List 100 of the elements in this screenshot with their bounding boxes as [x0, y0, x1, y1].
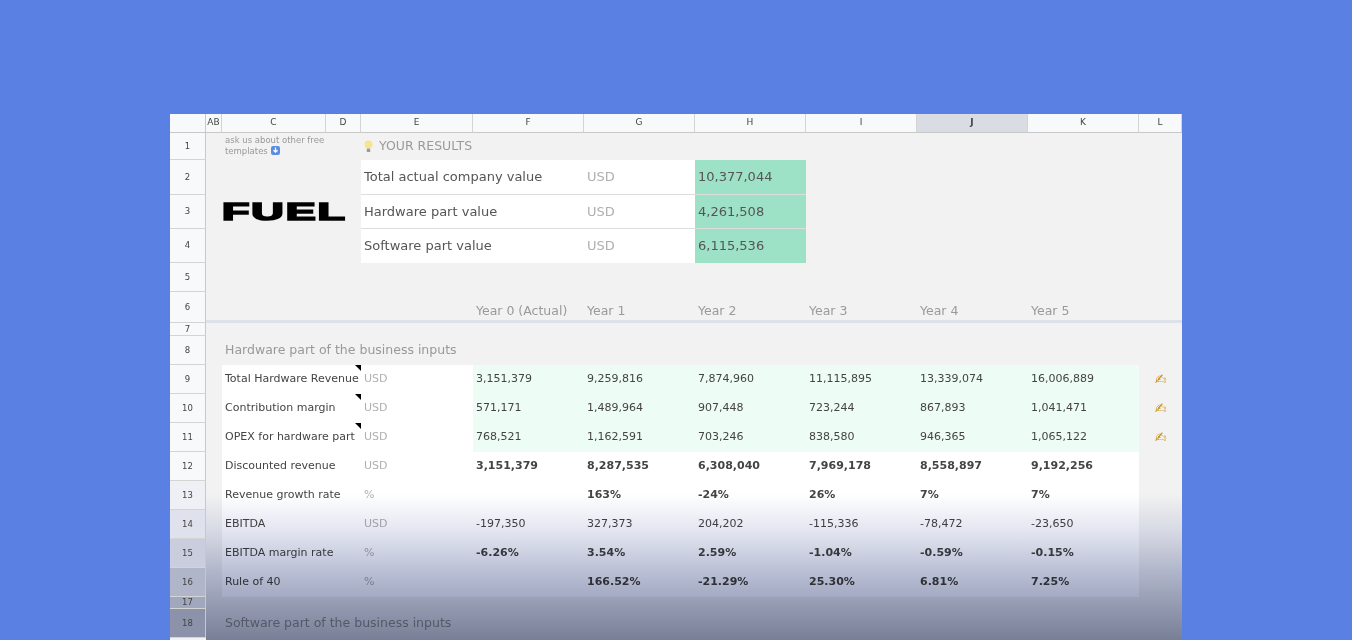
unit-label: USD: [584, 195, 695, 229]
unit-label: USD: [363, 371, 389, 388]
table-cell-text: -23,650: [1030, 516, 1075, 533]
input-cell-text: 7,874,960: [697, 371, 755, 388]
unit-label: USD: [363, 458, 389, 475]
column-header[interactable]: C: [222, 114, 326, 133]
table-cell-text: 6,308,040: [697, 458, 761, 475]
table-cell-text: 166.52%: [586, 574, 642, 591]
result-label: Software part value: [363, 237, 493, 256]
row-number[interactable]: 6: [170, 292, 206, 323]
comment-marker[interactable]: [355, 423, 361, 429]
unit-label: USD: [363, 429, 389, 446]
year-header: Year 2: [697, 302, 738, 321]
table-cell-text: 9,192,256: [1030, 458, 1094, 475]
row-label: OPEX for hardware part: [222, 423, 361, 452]
table-cell-text: 6.81%: [919, 574, 960, 591]
row-number[interactable]: 5: [170, 263, 206, 292]
comment-marker[interactable]: [355, 365, 361, 371]
table-cell-text: -115,336: [808, 516, 860, 533]
row-label: EBITDA: [224, 516, 267, 533]
column-header[interactable]: G: [584, 114, 695, 133]
table-cell-text: 204,202: [697, 516, 745, 533]
table-cell-text: -0.59%: [919, 545, 964, 562]
row-label: Revenue growth rate: [224, 487, 342, 504]
table-cell-text: 7%: [919, 487, 940, 504]
table-cell-text: -24%: [697, 487, 730, 504]
row-number[interactable]: 11: [170, 423, 206, 452]
column-header[interactable]: J: [917, 114, 1028, 133]
row-number[interactable]: 7: [170, 323, 206, 336]
row-number[interactable]: 9: [170, 365, 206, 394]
edit-icon: ✍: [1139, 394, 1182, 423]
logo: FUEL: [222, 200, 347, 224]
input-cell-text: 571,171: [475, 400, 523, 417]
result-value: 10,377,044: [695, 160, 806, 195]
row-number[interactable]: 12: [170, 452, 206, 481]
input-cell-text: 1,489,964: [586, 400, 644, 417]
row-number[interactable]: 16: [170, 568, 206, 597]
table-cell-text: 7,969,178: [808, 458, 872, 475]
unit-label: USD: [586, 237, 616, 256]
year-header: Year 1: [586, 302, 627, 321]
table-cell-text: 25.30%: [808, 574, 856, 591]
input-cell-text: 723,244: [808, 400, 856, 417]
input-cell-text: 13,339,074: [919, 371, 984, 388]
input-cell-text: 16,006,889: [1030, 371, 1095, 388]
row-label: Discounted revenue: [224, 458, 337, 475]
input-cell-text: 867,893: [919, 400, 967, 417]
column-header[interactable]: L: [1139, 114, 1182, 133]
note-text: ask us about other free templates: [224, 134, 326, 158]
comment-marker[interactable]: [355, 394, 361, 400]
input-cell-text: 1,041,471: [1030, 400, 1088, 417]
row-label: EBITDA margin rate: [224, 545, 335, 562]
table-cell-text: 7.25%: [1030, 574, 1071, 591]
table-cell-text: 8,558,897: [919, 458, 983, 475]
table-cell-text: -78,472: [919, 516, 964, 533]
row-number[interactable]: 1: [170, 133, 206, 160]
table-cell-text: 327,373: [586, 516, 634, 533]
year-header: Year 5: [1030, 302, 1071, 321]
input-cell-text: 703,246: [697, 429, 745, 446]
column-header[interactable]: AB: [206, 114, 222, 133]
corner-cell[interactable]: [170, 114, 206, 133]
row-number[interactable]: 13: [170, 481, 206, 510]
row-number[interactable]: 15: [170, 539, 206, 568]
table-cell-text: 8,287,535: [586, 458, 650, 475]
column-header[interactable]: H: [695, 114, 806, 133]
input-cell-text: 907,448: [697, 400, 745, 417]
row-number[interactable]: 10: [170, 394, 206, 423]
column-header[interactable]: F: [473, 114, 584, 133]
lightbulb-icon: [364, 140, 373, 153]
table-cell-text: -6.26%: [475, 545, 520, 562]
input-cell-text: 1,162,591: [586, 429, 644, 446]
row-number[interactable]: 8: [170, 336, 206, 365]
row-number[interactable]: 17: [170, 597, 206, 609]
table-cell-text: 2.59%: [697, 545, 738, 562]
input-cell-text: 11,115,895: [808, 371, 873, 388]
input-cell-text: 838,580: [808, 429, 856, 446]
column-header[interactable]: K: [1028, 114, 1139, 133]
table-cell-text: -21.29%: [697, 574, 750, 591]
section-title: Software part of the business inputs: [224, 614, 453, 633]
year-header: Year 3: [808, 302, 849, 321]
year-header: Year 0 (Actual): [475, 302, 569, 321]
row-number[interactable]: 14: [170, 510, 206, 539]
edit-icon: ✍: [1139, 423, 1182, 452]
table-cell-text: 26%: [808, 487, 837, 504]
row-number[interactable]: 3: [170, 195, 206, 229]
row-label: Total Hardware Revenue: [222, 365, 361, 394]
input-cell-text: 3,151,379: [475, 371, 533, 388]
row-number[interactable]: 2: [170, 160, 206, 195]
column-header[interactable]: D: [326, 114, 361, 133]
column-header[interactable]: I: [806, 114, 917, 133]
table-cell-text: 163%: [586, 487, 622, 504]
result-label: Total actual company value: [361, 160, 584, 195]
year-header: Year 4: [919, 302, 960, 321]
row-label: Contribution margin: [222, 394, 361, 423]
unit-label: USD: [363, 516, 389, 533]
table-cell-text: -0.15%: [1030, 545, 1075, 562]
column-header[interactable]: E: [361, 114, 473, 133]
input-cell-text: 946,365: [919, 429, 967, 446]
row-number[interactable]: 4: [170, 229, 206, 263]
table-cell-text: -197,350: [475, 516, 527, 533]
result-value: 4,261,508: [695, 195, 806, 229]
